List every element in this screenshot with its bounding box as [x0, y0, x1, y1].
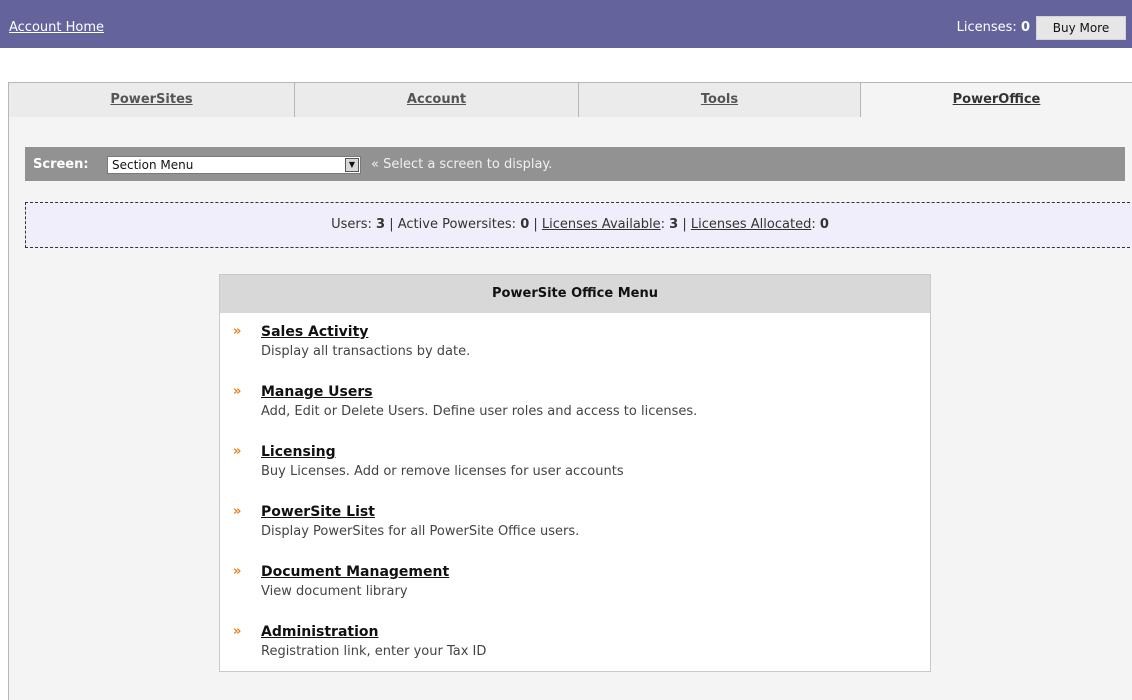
licenses-count: Licenses: 0 [957, 20, 1030, 35]
stats-bar: Users: 3 | Active Powersites: 0 | Licens… [25, 202, 1132, 248]
tab-tools[interactable]: Tools [578, 82, 860, 118]
screen-select-value: Section Menu [112, 158, 194, 172]
chevron-right-icon: » [233, 564, 242, 579]
menu-item-link[interactable]: Manage Users [261, 384, 930, 401]
screen-hint: « Select a screen to display. [371, 157, 553, 172]
active-powersites-label: Active Powersites: [397, 217, 517, 232]
account-home-link[interactable]: Account Home [9, 20, 104, 35]
menu-title: PowerSite Office Menu [220, 275, 930, 313]
menu-item-desc: Registration link, enter your Tax ID [261, 644, 487, 659]
main-tabs: PowerSites Account Tools PowerOffice [8, 82, 1132, 118]
chevron-right-icon: » [233, 324, 242, 339]
tab-account[interactable]: Account [294, 82, 578, 118]
menu-item-manage-users: » Manage Users Add, Edit or Delete Users… [220, 373, 930, 433]
chevron-right-icon: » [233, 384, 242, 399]
menu-item-desc: Buy Licenses. Add or remove licenses for… [261, 464, 624, 479]
licenses-allocated-link[interactable]: Licenses Allocated [691, 217, 811, 232]
menu-item-desc: Add, Edit or Delete Users. Define user r… [261, 404, 698, 419]
top-bar: Account Home Licenses: 0 Buy More [0, 0, 1132, 48]
screen-bar: Screen: Section Menu ▼ « Select a screen… [25, 147, 1125, 181]
menu-item-document-management: » Document Management View document libr… [220, 553, 930, 613]
main-panel: Screen: Section Menu ▼ « Select a screen… [8, 117, 1132, 700]
users-value: 3 [376, 217, 386, 232]
chevron-right-icon: » [233, 504, 242, 519]
chevron-right-icon: » [233, 624, 242, 639]
office-menu: PowerSite Office Menu » Sales Activity D… [219, 274, 931, 672]
licenses-allocated-value: 0 [819, 217, 829, 232]
menu-item-link[interactable]: Sales Activity [261, 324, 930, 341]
screen-label: Screen: [33, 157, 89, 172]
menu-item-licensing: » Licensing Buy Licenses. Add or remove … [220, 433, 930, 493]
menu-item-sales-activity: » Sales Activity Display all transaction… [220, 313, 930, 373]
menu-item-powersite-list: » PowerSite List Display PowerSites for … [220, 493, 930, 553]
licenses-available-link[interactable]: Licenses Available [542, 217, 661, 232]
licenses-value: 0 [1020, 20, 1030, 35]
menu-item-link[interactable]: Administration [261, 624, 930, 641]
menu-item-desc: View document library [261, 584, 408, 599]
tab-poweroffice[interactable]: PowerOffice [860, 82, 1132, 118]
chevron-right-icon: » [233, 444, 242, 459]
menu-item-administration: » Administration Registration link, ente… [220, 613, 930, 673]
licenses-available-value: 3 [669, 217, 679, 232]
buy-more-button[interactable]: Buy More [1036, 16, 1126, 40]
menu-item-desc: Display PowerSites for all PowerSite Off… [261, 524, 580, 539]
menu-item-link[interactable]: Document Management [261, 564, 930, 581]
licenses-label: Licenses: [956, 20, 1017, 35]
menu-item-desc: Display all transactions by date. [261, 344, 471, 359]
menu-item-link[interactable]: PowerSite List [261, 504, 930, 521]
screen-select[interactable]: Section Menu ▼ [107, 156, 361, 174]
menu-item-link[interactable]: Licensing [261, 444, 930, 461]
active-powersites-value: 0 [520, 217, 530, 232]
tab-powersites[interactable]: PowerSites [8, 82, 294, 118]
dropdown-arrow-icon[interactable]: ▼ [345, 158, 359, 172]
users-label: Users: [331, 217, 372, 232]
